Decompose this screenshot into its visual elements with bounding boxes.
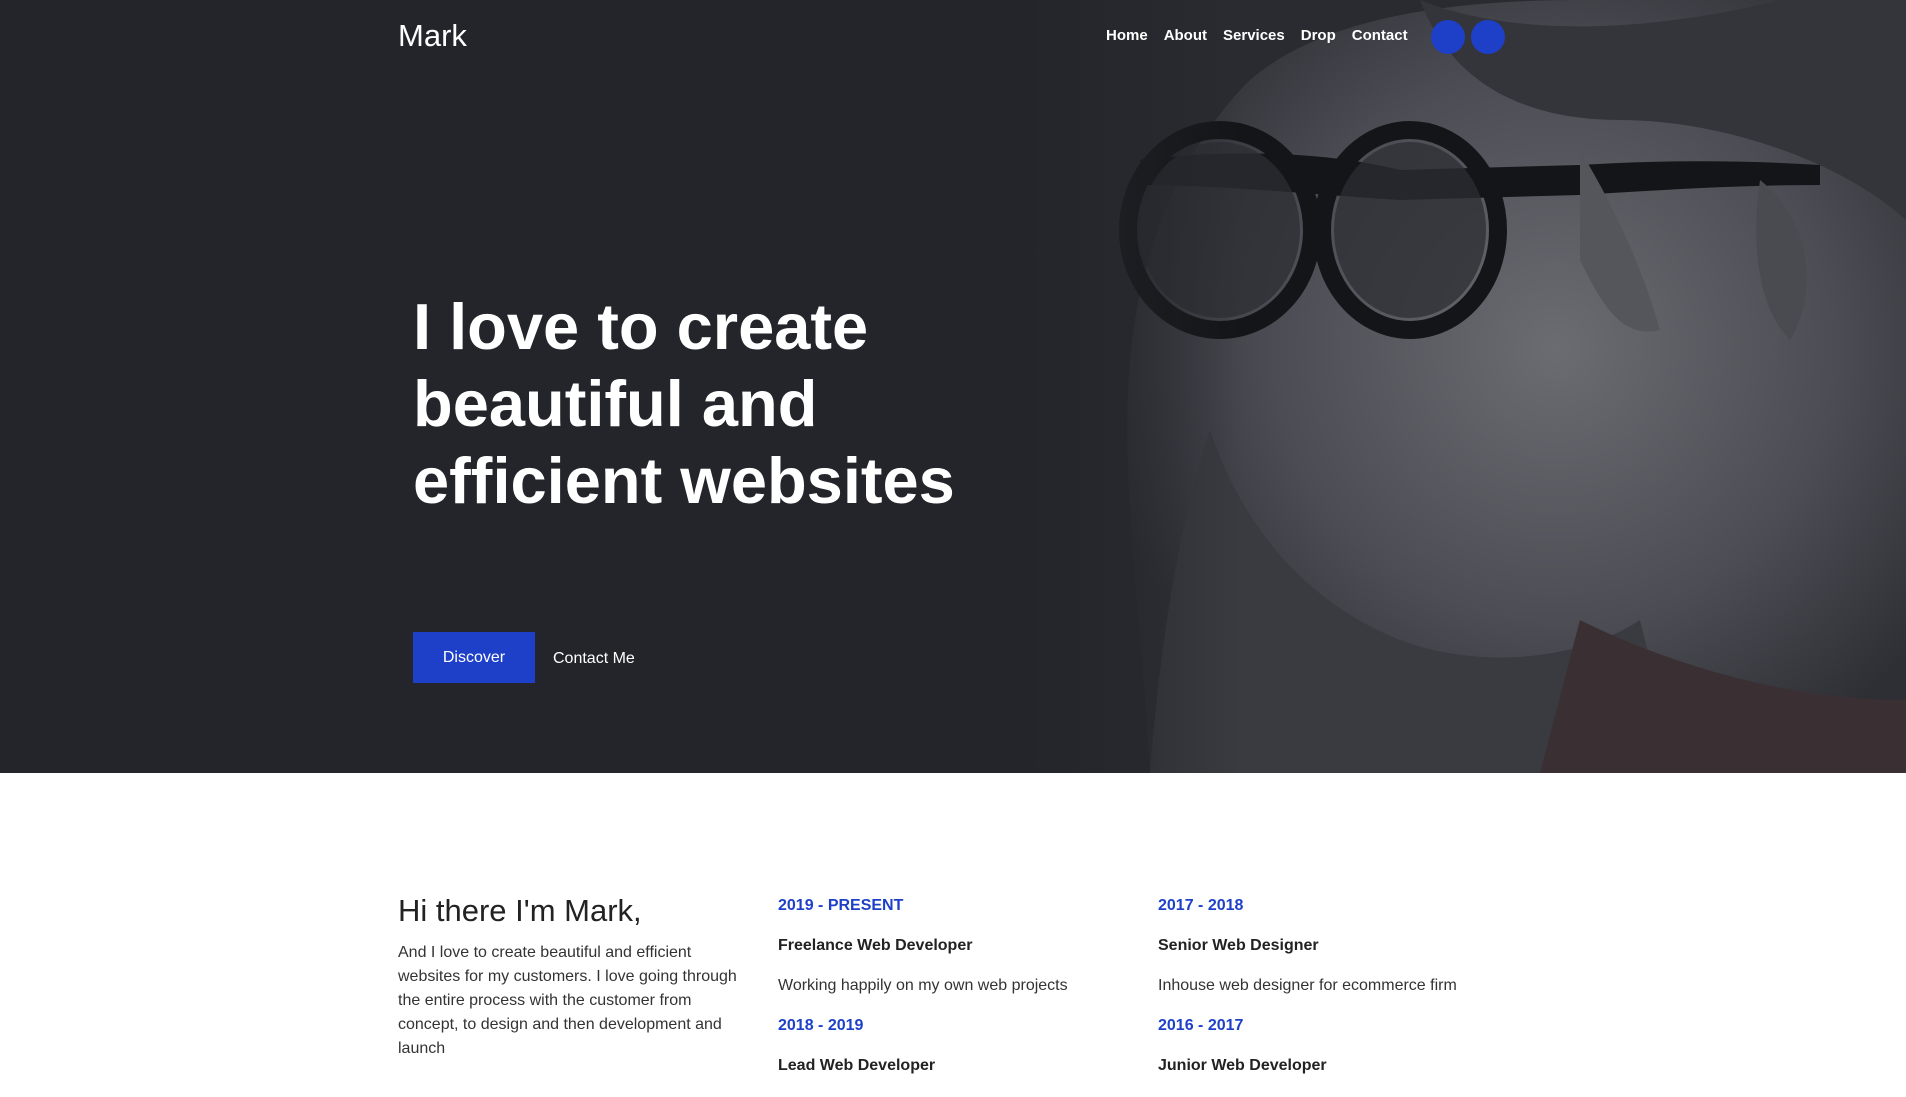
experience-role: Freelance Web Developer bbox=[778, 937, 973, 954]
social-icon-1[interactable] bbox=[1431, 20, 1465, 54]
experience-period: 2019 - PRESENT bbox=[778, 897, 904, 914]
top-navigation: Mark Home About Services Drop Contact bbox=[0, 0, 1906, 74]
experience-column-1: 2019 - PRESENT Freelance Web Developer W… bbox=[778, 897, 1108, 1097]
discover-button[interactable]: Discover bbox=[413, 632, 535, 683]
about-section: Hi there I'm Mark, And I love to create … bbox=[0, 773, 1906, 1080]
menu-item-about[interactable]: About bbox=[1164, 27, 1207, 44]
social-icon-2[interactable] bbox=[1471, 20, 1505, 54]
menu-item-home[interactable]: Home bbox=[1106, 27, 1148, 44]
intro-text: And I love to create beautiful and effic… bbox=[398, 944, 737, 1057]
contact-me-link[interactable]: Contact Me bbox=[553, 650, 635, 668]
main-menu: Home About Services Drop Contact bbox=[1106, 27, 1408, 44]
experience-period: 2018 - 2019 bbox=[778, 1017, 864, 1034]
experience-role: Senior Web Designer bbox=[1158, 937, 1319, 954]
experience-role: Lead Web Developer bbox=[778, 1057, 936, 1074]
menu-item-contact[interactable]: Contact bbox=[1352, 27, 1408, 44]
experience-role: Junior Web Developer bbox=[1158, 1057, 1327, 1074]
experience-column-2: 2017 - 2018 Senior Web Designer Inhouse … bbox=[1158, 897, 1488, 1097]
hero-portrait-image bbox=[1020, 0, 1906, 773]
brand-logo[interactable]: Mark bbox=[398, 18, 467, 54]
menu-item-services[interactable]: Services bbox=[1223, 27, 1285, 44]
experience-period: 2017 - 2018 bbox=[1158, 897, 1244, 914]
experience-description: Inhouse web designer for ecommerce firm bbox=[1158, 977, 1457, 994]
menu-item-drop[interactable]: Drop bbox=[1301, 27, 1336, 44]
experience-period: 2016 - 2017 bbox=[1158, 1017, 1244, 1034]
experience-description: Working happily on my own web projects bbox=[778, 977, 1068, 994]
hero-title: I love to create beautiful and efficient… bbox=[413, 290, 955, 517]
intro-title: Hi there I'm Mark, bbox=[398, 893, 642, 928]
hero-section: Mark Home About Services Drop Contact I … bbox=[0, 0, 1906, 773]
